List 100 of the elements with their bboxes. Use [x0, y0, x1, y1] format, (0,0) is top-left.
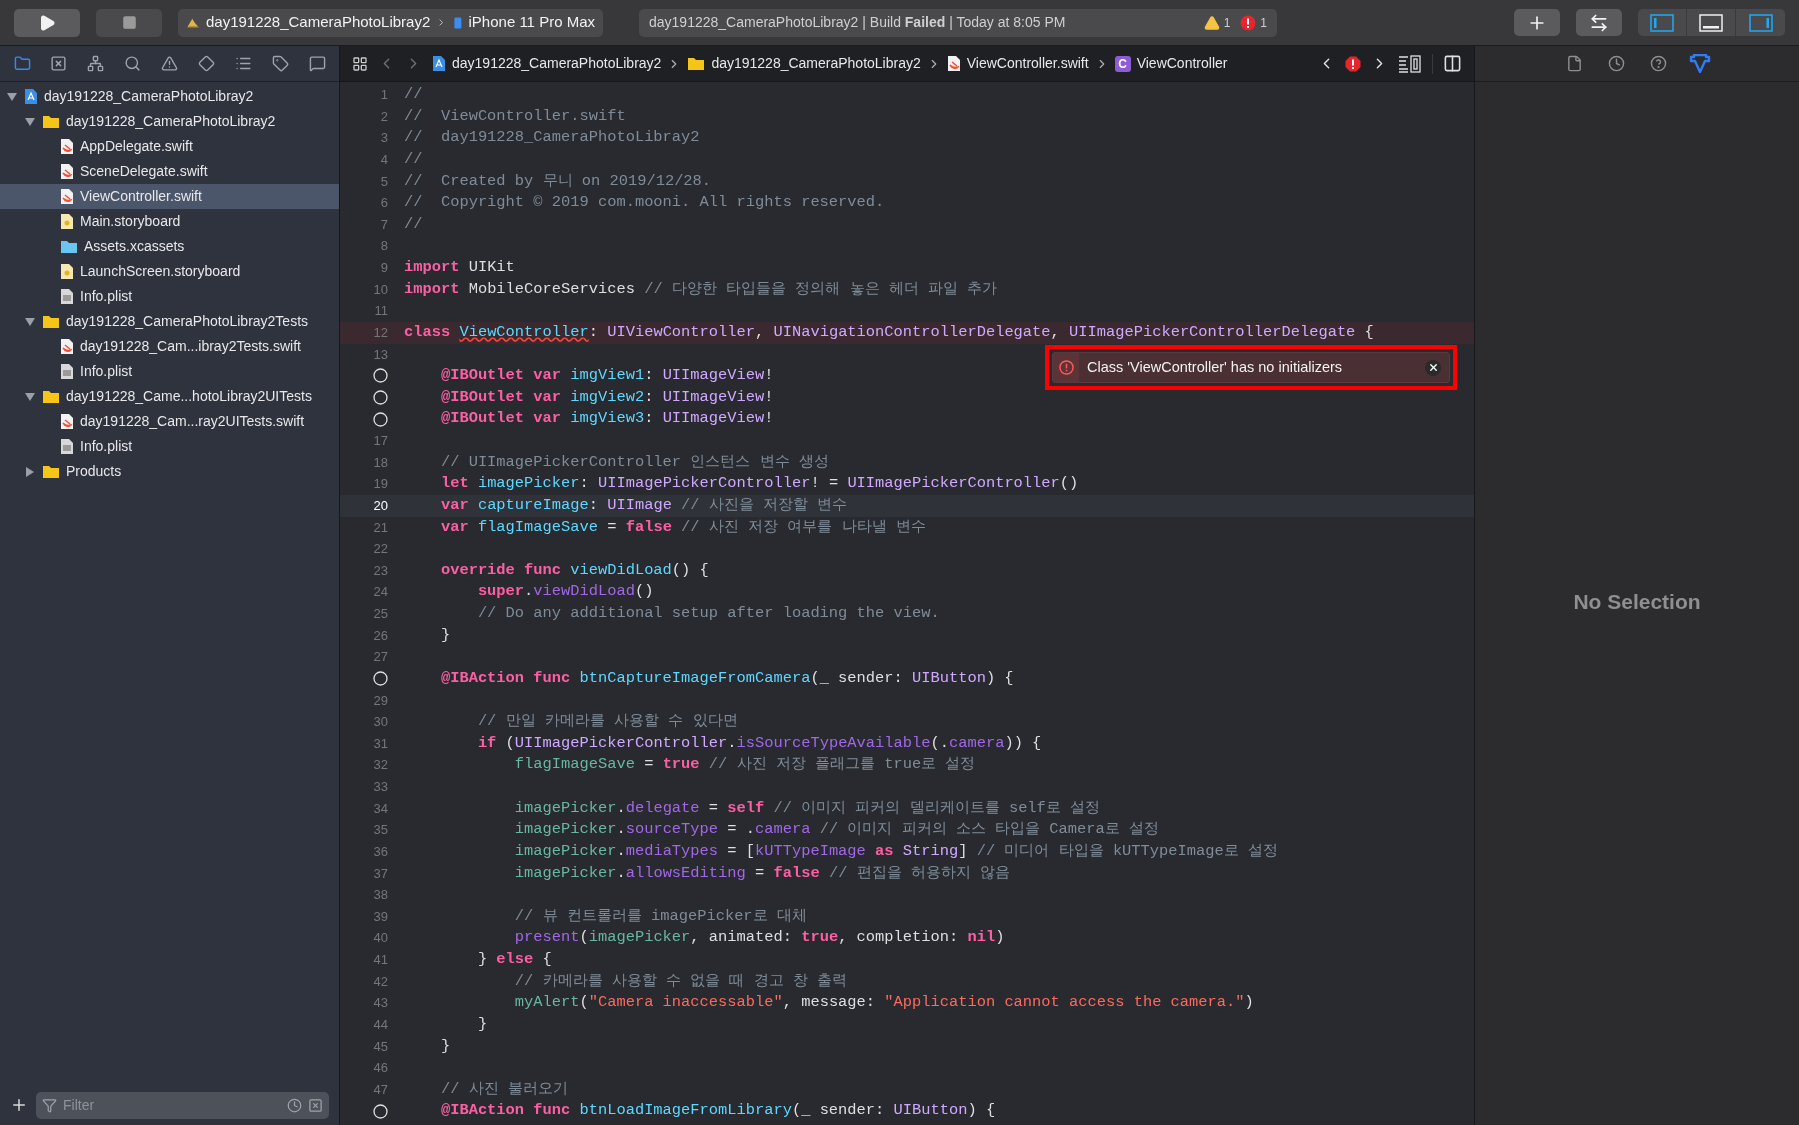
code-line: // Created by 무니 on 2019/12/28. [403, 170, 712, 192]
breadcrumb-item[interactable]: ViewController [1136, 53, 1228, 74]
folder-icon [60, 239, 78, 254]
code-line: import UIKit [403, 257, 515, 278]
clock-icon[interactable] [287, 1097, 302, 1113]
swift-file-icon [60, 163, 74, 180]
left-panel-icon [1650, 13, 1674, 32]
file-tree-item[interactable]: AppDelegate.swift [0, 134, 339, 159]
line-number: 25 [373, 605, 388, 623]
empty-inspector-text: No Selection [1573, 588, 1701, 615]
close-button[interactable] [1425, 359, 1441, 376]
warning-icon [161, 55, 178, 72]
file-tree-item[interactable]: day191228_CameraPhotoLibray2 [0, 109, 339, 134]
outlet-connection-icon[interactable] [373, 368, 388, 384]
inspector-tab[interactable] [1689, 52, 1711, 75]
outlet-connection-icon[interactable] [373, 411, 388, 427]
outlet-connection-icon[interactable] [373, 671, 388, 687]
add-editor-icon[interactable] [1443, 54, 1462, 73]
file-tree-item[interactable]: Info.plist [0, 434, 339, 459]
file-tree-item[interactable]: day191228_Cam...ray2UITests.swift [0, 409, 339, 434]
folder-icon [42, 464, 60, 479]
grid-icon[interactable] [352, 55, 368, 72]
error-icon[interactable] [1345, 55, 1361, 72]
filter-box[interactable]: Filter [36, 1091, 329, 1119]
collapse-triangle-icon[interactable] [25, 391, 35, 402]
play-icon [38, 13, 56, 32]
file-tree-item[interactable]: Products [0, 459, 339, 484]
line-number: 38 [373, 886, 388, 905]
line-number: 7 [380, 215, 388, 234]
stop-button[interactable] [96, 8, 162, 37]
filter-field[interactable]: Filter [63, 1094, 281, 1116]
line-number: 21 [373, 518, 388, 537]
code-line: flagImageSave = true // 사진 저장 플래그를 true로 설정 [513, 754, 976, 776]
review-button[interactable] [1576, 9, 1622, 36]
code-line: @IBAction func btnLoadImageFromLibrary(_ sender: UIButton) { [439, 1100, 996, 1122]
folder-icon [42, 389, 60, 404]
outlet-connection-icon[interactable] [373, 390, 388, 406]
code-line: let imagePicker: UIImagePickerController! = UIImagePickerController() [439, 473, 1079, 495]
breadcrumb-item[interactable]: day191228_CameraPhotoLibray2 [452, 53, 662, 74]
swift-file-icon [60, 138, 74, 155]
breadcrumb-item[interactable]: ViewController.swift [966, 53, 1089, 74]
code-line: } else { [476, 949, 552, 970]
code-line: // [403, 213, 423, 235]
line-number: 32 [373, 756, 388, 775]
code-line: // 사진 불러오기 [439, 1078, 568, 1100]
code-line: } [476, 1013, 488, 1035]
file-tree-item[interactable]: Assets.xcassets [0, 234, 339, 259]
diamond-icon [197, 55, 215, 72]
file-tree-item[interactable]: Info.plist [0, 284, 339, 309]
line-number: 37 [373, 864, 388, 883]
line-number: 40 [373, 929, 388, 948]
breadcrumb-item[interactable]: day191228_CameraPhotoLibray2 [711, 53, 921, 74]
swift-file-icon [946, 55, 961, 72]
file-tree-item[interactable]: SceneDelegate.swift [0, 159, 339, 184]
code-line: // 뷰 컨트롤러를 imagePicker로 대체 [513, 905, 807, 927]
file-tree-item[interactable]: day191228_CameraPhotoLibray2Tests [0, 309, 339, 334]
right-panel-icon [1748, 13, 1773, 32]
class-badge: C [1114, 55, 1131, 72]
line-number: 29 [373, 691, 388, 710]
editor-options-icon[interactable] [1398, 54, 1422, 73]
code-line: imagePicker.allowsEditing = false // 편집을 허용하지 않음 [513, 862, 1011, 884]
code-line: @IBOutlet var imgView3: UIImageView! [439, 408, 774, 430]
library-button[interactable] [1514, 9, 1560, 36]
tag-icon [271, 55, 289, 72]
line-number: 22 [373, 540, 388, 559]
outlet-connection-icon[interactable] [373, 1103, 388, 1119]
folder-icon [687, 56, 706, 71]
file-tree-item[interactable]: day191228_CameraPhotoLibray2 [0, 84, 339, 109]
line-number: 9 [380, 259, 388, 277]
collapse-triangle-icon[interactable] [7, 91, 17, 102]
file-tree-item[interactable]: ViewController.swift [0, 184, 339, 209]
swap-arrows-icon [1589, 12, 1609, 33]
collapse-triangle-icon[interactable] [25, 116, 35, 127]
file-tree-item[interactable]: day191228_Cam...ibray2Tests.swift [0, 334, 339, 359]
line-number: 6 [380, 194, 388, 213]
expand-triangle-icon[interactable] [25, 466, 35, 477]
line-number: 31 [373, 734, 388, 753]
swift-file-icon [60, 338, 74, 355]
collapse-triangle-icon[interactable] [25, 316, 35, 327]
code-line: var flagImageSave = false // 사진 저장 여부를 나타낼 변수 [439, 516, 926, 538]
code-line: class ViewController: UIViewController, UINavigationControllerDelegate, UIImagePickerControllerDelegate { [403, 321, 1374, 343]
file-tree-item[interactable]: Info.plist [0, 359, 339, 384]
plist-file-icon [60, 288, 74, 305]
code-line: present(imagePicker, animated: true, completion: nil) [513, 927, 1005, 949]
code-line: @IBAction func btnCaptureImageFromCamera(_ sender: UIButton) { [439, 667, 1014, 689]
folder-icon [13, 55, 31, 72]
file-tree-item[interactable]: LaunchScreen.storyboard [0, 259, 339, 284]
file-tree-item[interactable]: day191228_Came...hotoLibray2UITests [0, 384, 339, 409]
square-x-icon[interactable] [308, 1097, 323, 1113]
run-button[interactable] [14, 8, 80, 37]
line-number: 39 [373, 907, 388, 926]
code-line: // 만일 카메라를 사용할 수 있다면 [476, 711, 738, 733]
code-line: // day191228_CameraPhotoLibray2 [403, 127, 700, 149]
add-icon[interactable] [10, 1096, 28, 1114]
scheme-selector[interactable]: day191228_CameraPhotoLibray2 iPhone 11 Pro Max [178, 8, 603, 37]
code-line: // [403, 148, 423, 170]
file-tree-item[interactable]: Main.storyboard [0, 209, 339, 234]
line-number: 8 [380, 237, 388, 256]
line-number: 35 [373, 821, 388, 840]
line-number: 45 [373, 1037, 388, 1056]
